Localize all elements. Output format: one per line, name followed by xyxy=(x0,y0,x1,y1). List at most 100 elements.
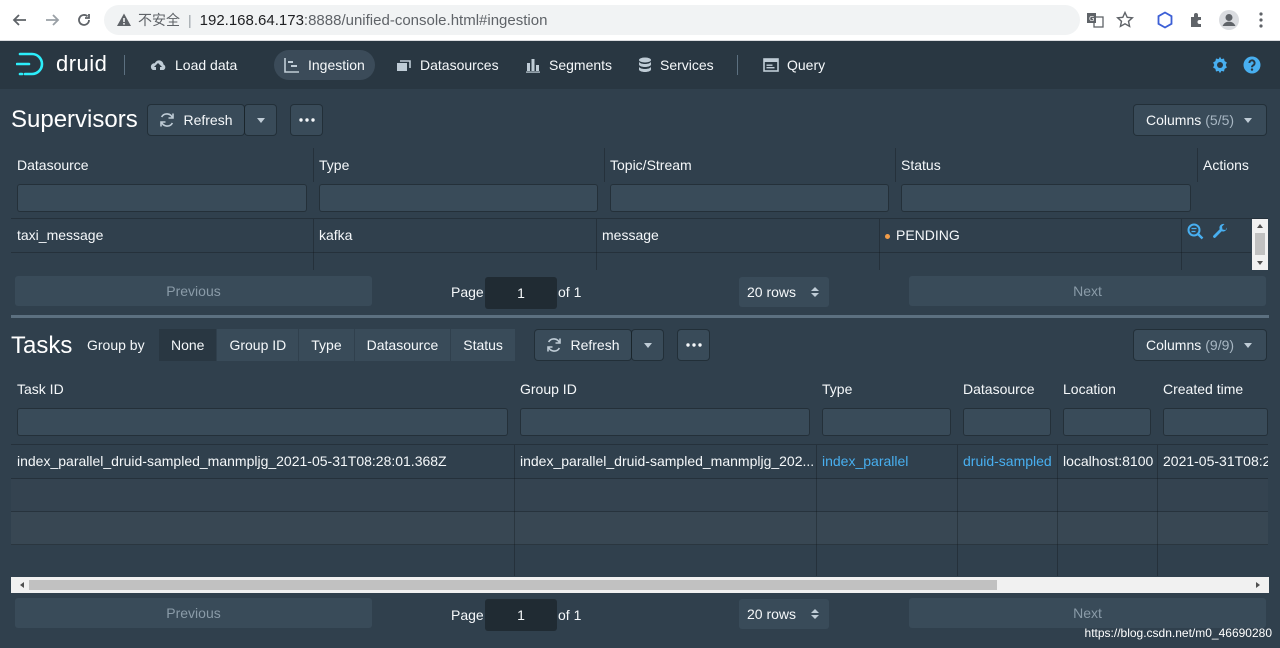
filter-task-id-input[interactable] xyxy=(17,408,508,436)
extensions-puzzle-icon[interactable] xyxy=(1186,9,1208,31)
supervisors-refresh-menu-button[interactable] xyxy=(245,105,276,135)
caret-down-icon xyxy=(643,342,652,348)
druid-logo[interactable]: druid xyxy=(16,51,107,77)
extension-cube-icon[interactable] xyxy=(1154,9,1176,31)
table-row[interactable]: index_parallel_druid-sampled_manmpljg_20… xyxy=(11,445,1268,478)
browser-menu-icon[interactable] xyxy=(1250,9,1272,31)
tasks-page-input[interactable] xyxy=(485,599,557,631)
nav-label: Ingestion xyxy=(308,57,365,73)
column-separator xyxy=(879,219,880,270)
supervisors-previous-button[interactable]: Previous xyxy=(15,276,372,306)
tasks-next-button[interactable]: Next xyxy=(909,598,1266,628)
pane-resize-divider[interactable] xyxy=(11,315,1269,318)
nav-services[interactable]: Services xyxy=(628,50,724,80)
supervisors-next-button[interactable]: Next xyxy=(909,276,1266,306)
column-separator xyxy=(313,219,314,270)
supervisors-rows-select[interactable]: 20 rows xyxy=(739,277,829,307)
tasks-columns-button[interactable]: Columns (9/9) xyxy=(1134,330,1266,360)
filter-datasource-input[interactable] xyxy=(963,408,1051,436)
nav-label: Services xyxy=(660,57,714,73)
druid-header: druid Load data Ingestion Datasources Se… xyxy=(0,41,1280,89)
tasks-refresh-menu-button[interactable] xyxy=(632,330,663,360)
nav-ingestion[interactable]: Ingestion xyxy=(274,50,375,80)
reload-icon[interactable] xyxy=(72,8,96,32)
group-by-datasource[interactable]: Datasource xyxy=(354,329,452,361)
profile-avatar-icon[interactable] xyxy=(1218,9,1240,31)
stacked-chart-icon xyxy=(525,57,541,73)
header-divider xyxy=(124,55,125,75)
application-icon xyxy=(763,58,779,72)
druid-logo-text: druid xyxy=(56,51,108,76)
cell-status: PENDING xyxy=(879,219,1181,252)
svg-text:G: G xyxy=(1089,15,1094,23)
filter-location-input[interactable] xyxy=(1063,408,1151,436)
supervisors-more-button[interactable] xyxy=(291,105,322,135)
supervisors-refresh-button[interactable]: Refresh xyxy=(148,105,244,135)
caret-down-icon xyxy=(1244,343,1252,348)
tasks-refresh-button[interactable]: Refresh xyxy=(535,330,631,360)
forward-icon[interactable] xyxy=(40,8,64,32)
settings-gear-icon[interactable] xyxy=(1210,55,1230,75)
tasks-title: Tasks xyxy=(11,332,73,359)
columns-count: (9/9) xyxy=(1205,337,1235,353)
insecure-label: 不安全 xyxy=(138,12,180,28)
nav-query[interactable]: Query xyxy=(753,50,835,80)
bookmark-star-icon[interactable] xyxy=(1114,9,1136,31)
more-icon xyxy=(298,118,315,122)
column-separator xyxy=(957,445,958,576)
filter-created-time-input[interactable] xyxy=(1163,408,1268,436)
columns-label: Columns xyxy=(1146,337,1202,353)
filter-datasource-input[interactable] xyxy=(17,184,307,212)
filter-type-input[interactable] xyxy=(319,184,598,212)
empty-row xyxy=(11,479,1268,512)
header-datasource[interactable]: Datasource xyxy=(11,148,313,182)
group-by-status[interactable]: Status xyxy=(451,329,515,361)
tasks-rows-select[interactable]: 20 rows xyxy=(739,599,829,629)
warning-icon[interactable] xyxy=(116,12,132,28)
gantt-chart-icon xyxy=(284,57,300,73)
header-type[interactable]: Type xyxy=(313,148,604,182)
help-icon[interactable] xyxy=(1242,55,1262,75)
supervisors-columns-button[interactable]: Columns (5/5) xyxy=(1134,105,1266,135)
column-separator xyxy=(313,148,314,182)
cell-datasource-link[interactable]: druid-sampled xyxy=(957,445,1057,478)
tasks-previous-button[interactable]: Previous xyxy=(15,598,372,628)
table-row[interactable]: taxi_message kafka message PENDING xyxy=(11,219,1251,252)
header-datasource[interactable]: Datasource xyxy=(957,372,1057,406)
tasks-horizontal-scrollbar[interactable] xyxy=(11,577,1269,593)
tasks-more-button[interactable] xyxy=(678,330,709,360)
header-type[interactable]: Type xyxy=(816,372,957,406)
filter-status-input[interactable] xyxy=(901,184,1191,212)
header-task-id[interactable]: Task ID xyxy=(11,372,514,406)
nav-segments[interactable]: Segments xyxy=(515,50,622,80)
group-by-segmented-control: None Group ID Type Datasource Status xyxy=(159,329,515,361)
translate-icon[interactable]: G xyxy=(1084,9,1106,31)
header-status[interactable]: Status xyxy=(895,148,1197,182)
group-by-group-id[interactable]: Group ID xyxy=(217,329,300,361)
supervisors-vertical-scrollbar[interactable] xyxy=(1252,219,1268,270)
header-group-id[interactable]: Group ID xyxy=(514,372,816,406)
cell-type: kafka xyxy=(319,227,353,243)
filter-type-input[interactable] xyxy=(822,408,951,436)
tasks-table: Task ID Group ID Type Datasource Locatio… xyxy=(11,372,1268,576)
nav-label: Load data xyxy=(175,57,238,73)
group-by-type[interactable]: Type xyxy=(299,329,355,361)
nav-load-data[interactable]: Load data xyxy=(139,50,247,80)
group-by-none[interactable]: None xyxy=(159,329,218,361)
address-bar[interactable]: 不安全 | 192.168.64.173:8888/unified-consol… xyxy=(104,5,1080,35)
header-created-time[interactable]: Created time xyxy=(1157,372,1268,406)
filter-group-id-input[interactable] xyxy=(520,408,810,436)
page-of-label: of 1 xyxy=(558,607,582,623)
filter-topic-input[interactable] xyxy=(610,184,889,212)
nav-datasources[interactable]: Datasources xyxy=(386,50,509,80)
status-text: PENDING xyxy=(896,227,960,243)
cell-type-link[interactable]: index_parallel xyxy=(816,445,957,478)
header-topic-stream[interactable]: Topic/Stream xyxy=(604,148,895,182)
cell-location: localhost:8100 xyxy=(1063,453,1154,469)
header-location[interactable]: Location xyxy=(1057,372,1157,406)
column-separator xyxy=(1057,445,1058,576)
back-icon[interactable] xyxy=(8,8,32,32)
wrench-icon[interactable] xyxy=(1212,219,1229,252)
supervisors-page-input[interactable] xyxy=(485,277,557,309)
search-template-icon[interactable] xyxy=(1187,219,1204,252)
